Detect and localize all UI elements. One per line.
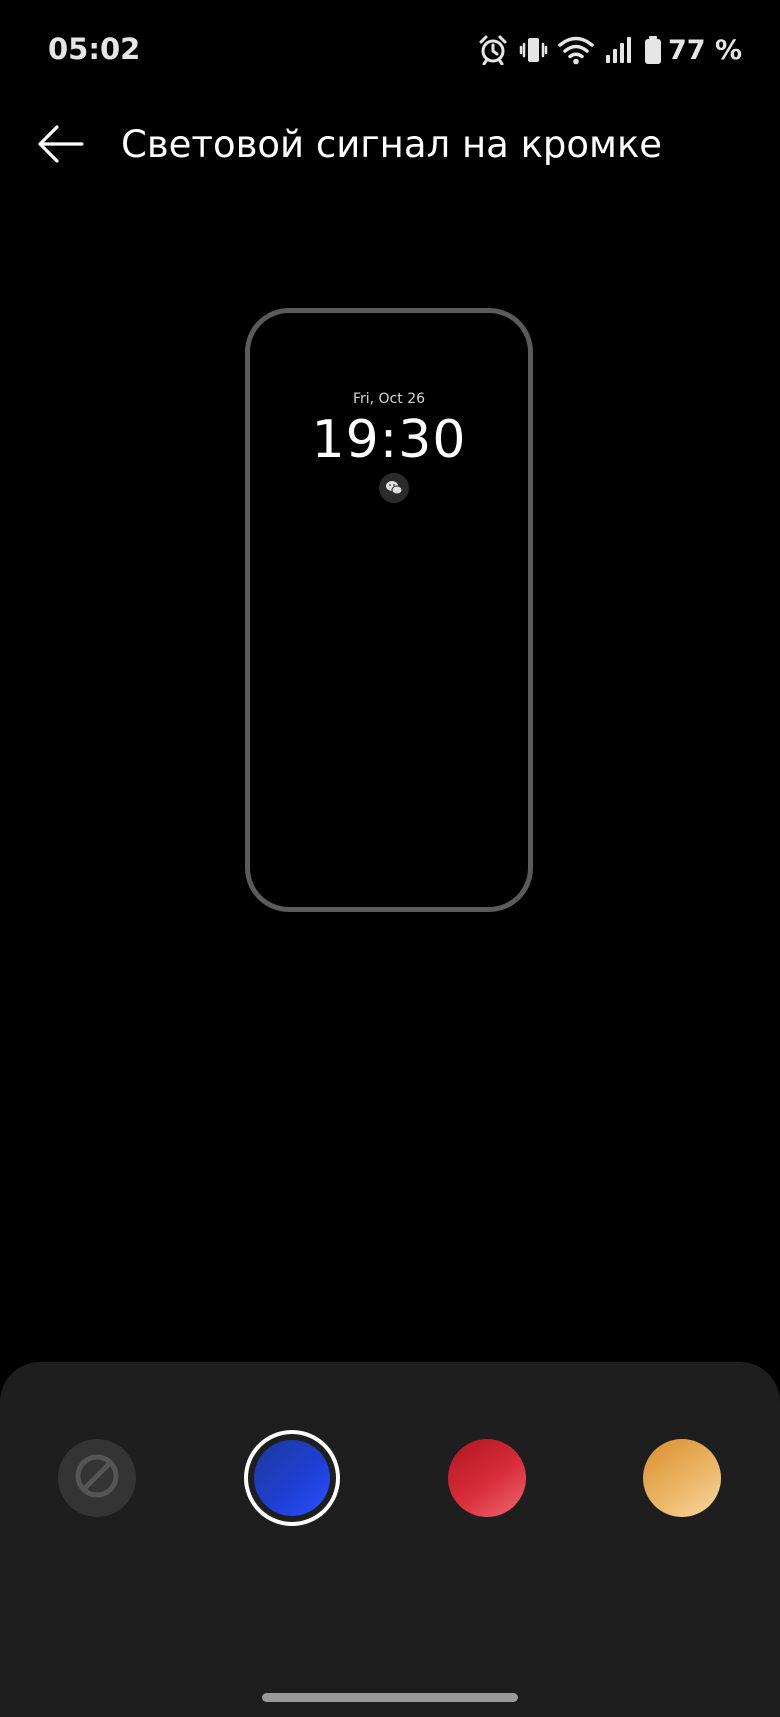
preview-clock: 19:30	[311, 410, 467, 470]
wechat-icon	[379, 473, 409, 503]
block-icon	[74, 1453, 120, 1503]
arrow-left-icon	[35, 124, 85, 168]
status-time: 05:02	[48, 32, 141, 66]
wifi-icon	[558, 35, 594, 65]
color-option-gold[interactable]	[643, 1439, 721, 1517]
home-indicator[interactable]	[262, 1693, 518, 1702]
alarm-icon	[478, 35, 508, 65]
back-button[interactable]	[30, 118, 90, 174]
color-option-none[interactable]	[58, 1439, 136, 1517]
status-bar: 05:02 77 %	[0, 0, 780, 100]
battery-percentage: 77 %	[667, 34, 742, 66]
signal-icon	[604, 35, 634, 65]
app-header: Световой сигнал на кромке	[0, 110, 780, 180]
preview-date: Fri, Oct 26	[352, 391, 426, 407]
page-title: Световой сигнал на кромке	[121, 123, 663, 166]
color-picker-panel	[0, 1362, 780, 1717]
color-option-blue[interactable]	[244, 1430, 340, 1526]
status-icons: 77 %	[478, 30, 742, 70]
battery-icon	[644, 35, 662, 65]
edge-light-preview: Fri, Oct 26 19:30	[245, 308, 533, 912]
color-swatch-blue	[254, 1440, 330, 1516]
vibrate-icon	[518, 35, 548, 65]
color-option-red[interactable]	[448, 1439, 526, 1517]
